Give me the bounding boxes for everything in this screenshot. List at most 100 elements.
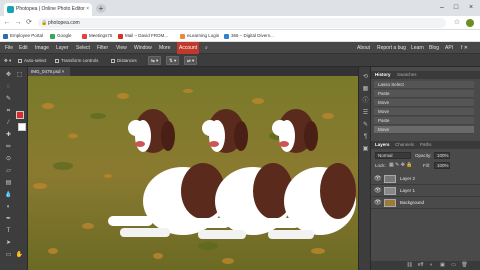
eye-icon[interactable]: 👁: [374, 185, 382, 197]
close-window-button[interactable]: ×: [465, 2, 477, 14]
checkbox[interactable]: [55, 58, 59, 63]
distances-option[interactable]: Distances: [111, 56, 137, 65]
foreground-color-swatch[interactable]: [16, 111, 24, 119]
menu-filter[interactable]: Filter: [95, 42, 110, 54]
new-tab-button[interactable]: +: [96, 4, 106, 13]
menu-select[interactable]: Select: [74, 42, 92, 54]
healing-tool-icon[interactable]: ✚: [4, 131, 13, 140]
blend-mode-select[interactable]: Normal: [375, 152, 411, 159]
adjustment-layer-icon[interactable]: ◐: [427, 261, 436, 270]
effects-icon[interactable]: eff: [416, 261, 425, 270]
image-panel-icon[interactable]: ▣: [361, 145, 370, 154]
quick-select-tool-icon[interactable]: ✎: [4, 95, 13, 104]
tab-channels[interactable]: Channels: [393, 141, 416, 149]
history-panel-icon[interactable]: ⟲: [361, 73, 370, 82]
properties-panel-icon[interactable]: ☰: [361, 109, 370, 118]
marquee-tool-icon[interactable]: ⬚: [15, 71, 24, 80]
history-item[interactable]: Lasso Select: [374, 81, 474, 89]
menu-window[interactable]: Window: [132, 42, 154, 54]
character-panel-icon[interactable]: ¶: [361, 133, 370, 142]
reload-button[interactable]: ⟳: [24, 18, 34, 28]
tab-history[interactable]: History: [373, 71, 393, 79]
bookmark-item[interactable]: eLearning Login: [180, 32, 219, 40]
layer-row[interactable]: 👁 Layer 1: [371, 185, 480, 197]
history-item[interactable]: Paste: [374, 117, 474, 125]
lasso-tool-icon[interactable]: ◌: [4, 83, 13, 92]
browser-tab[interactable]: Photopea | Online Photo Editor ×: [4, 3, 92, 16]
mask-icon[interactable]: ▣: [438, 261, 447, 270]
path-select-tool-icon[interactable]: ➤: [4, 239, 13, 248]
tab-layers[interactable]: Layers: [373, 141, 392, 149]
history-item[interactable]: Move: [374, 99, 474, 107]
brush-panel-icon[interactable]: ✎: [361, 121, 370, 130]
layer-row[interactable]: 👁 Layer 2: [371, 173, 480, 185]
search-icon[interactable]: ⌕: [203, 42, 210, 54]
document-tab[interactable]: IMG_0479.psd ×: [28, 67, 70, 76]
clone-tool-icon[interactable]: ⊙: [4, 155, 13, 164]
menu-view[interactable]: View: [114, 42, 129, 54]
menu-layer[interactable]: Layer: [54, 42, 71, 54]
align-dropdown[interactable]: ⇆ ▾: [148, 56, 162, 65]
menu-account[interactable]: Account: [177, 42, 200, 54]
background-color-swatch[interactable]: [18, 123, 26, 131]
tab-swatches[interactable]: Swatches: [395, 71, 419, 79]
link-learn[interactable]: Learn: [409, 42, 426, 54]
hand-tool-icon[interactable]: ✋: [15, 251, 24, 260]
eye-icon[interactable]: 👁: [374, 173, 382, 185]
pen-tool-icon[interactable]: ✒: [4, 215, 13, 224]
forward-button[interactable]: →: [13, 18, 23, 28]
social-icons[interactable]: f ✕: [459, 42, 470, 54]
checkbox[interactable]: [111, 58, 115, 63]
link-report-bug[interactable]: Report a bug: [375, 42, 408, 54]
fill-field[interactable]: 100%: [434, 162, 450, 169]
new-layer-icon[interactable]: ▭: [449, 261, 458, 270]
minimize-button[interactable]: –: [436, 2, 448, 14]
menu-image[interactable]: Image: [33, 42, 51, 54]
menu-more[interactable]: More: [157, 42, 172, 54]
image-canvas[interactable]: [28, 76, 358, 270]
menu-edit[interactable]: Edit: [17, 42, 30, 54]
link-about[interactable]: About: [355, 42, 372, 54]
tab-close-icon[interactable]: ×: [86, 3, 89, 16]
link-api[interactable]: API: [443, 42, 455, 54]
history-item[interactable]: Move: [374, 108, 474, 116]
history-item[interactable]: Paste: [374, 90, 474, 98]
maximize-button[interactable]: □: [450, 2, 462, 14]
trash-icon[interactable]: 🗑: [460, 261, 469, 270]
dodge-tool-icon[interactable]: ◐: [4, 203, 13, 212]
eye-icon[interactable]: 👁: [374, 197, 382, 209]
move-tool-icon[interactable]: ✥: [4, 71, 13, 80]
eyedropper-tool-icon[interactable]: ⁄: [4, 119, 13, 128]
menu-file[interactable]: File: [3, 42, 15, 54]
tab-paths[interactable]: Paths: [418, 141, 434, 149]
link-layers-icon[interactable]: ⛓: [405, 261, 414, 270]
swatches-panel-icon[interactable]: ▦: [361, 85, 370, 94]
type-tool-icon[interactable]: T: [4, 227, 13, 236]
opacity-field[interactable]: 100%: [434, 152, 450, 159]
lock-icons[interactable]: ▦ ✎ ✥ 🔒: [389, 162, 413, 168]
distribute-dropdown[interactable]: ⇅ ▾: [166, 56, 180, 65]
info-panel-icon[interactable]: ⓘ: [361, 97, 370, 106]
blur-tool-icon[interactable]: 💧: [4, 191, 13, 200]
history-item-selected[interactable]: Move: [374, 126, 474, 134]
bookmark-item[interactable]: Google: [50, 32, 72, 40]
profile-avatar[interactable]: [466, 19, 474, 27]
transform-controls-option[interactable]: Transform controls: [55, 56, 98, 65]
shape-tool-icon[interactable]: ▭: [4, 251, 13, 260]
bookmark-item[interactable]: 365 – Digital Divers...: [224, 32, 274, 40]
star-icon[interactable]: ☆: [452, 18, 462, 28]
auto-select-option[interactable]: Auto-select: [18, 56, 47, 65]
back-button[interactable]: ←: [2, 18, 12, 28]
gradient-tool-icon[interactable]: ▤: [4, 179, 13, 188]
crop-tool-icon[interactable]: ⌗: [4, 107, 13, 116]
url-field[interactable]: 🔒 photopea.com: [38, 18, 446, 28]
layer-row[interactable]: 👁 Background: [371, 197, 480, 209]
arrange-dropdown[interactable]: ⇄ ▾: [184, 56, 198, 65]
link-blog[interactable]: Blog: [427, 42, 441, 54]
checkbox[interactable]: [18, 58, 22, 63]
brush-tool-icon[interactable]: ✏: [4, 143, 13, 152]
bookmark-item[interactable]: Mail – David FROM...: [118, 32, 168, 40]
eraser-tool-icon[interactable]: ▱: [4, 167, 13, 176]
bookmark-item[interactable]: Meetings75: [82, 32, 112, 40]
bookmark-item[interactable]: Employee Portal: [3, 32, 43, 40]
